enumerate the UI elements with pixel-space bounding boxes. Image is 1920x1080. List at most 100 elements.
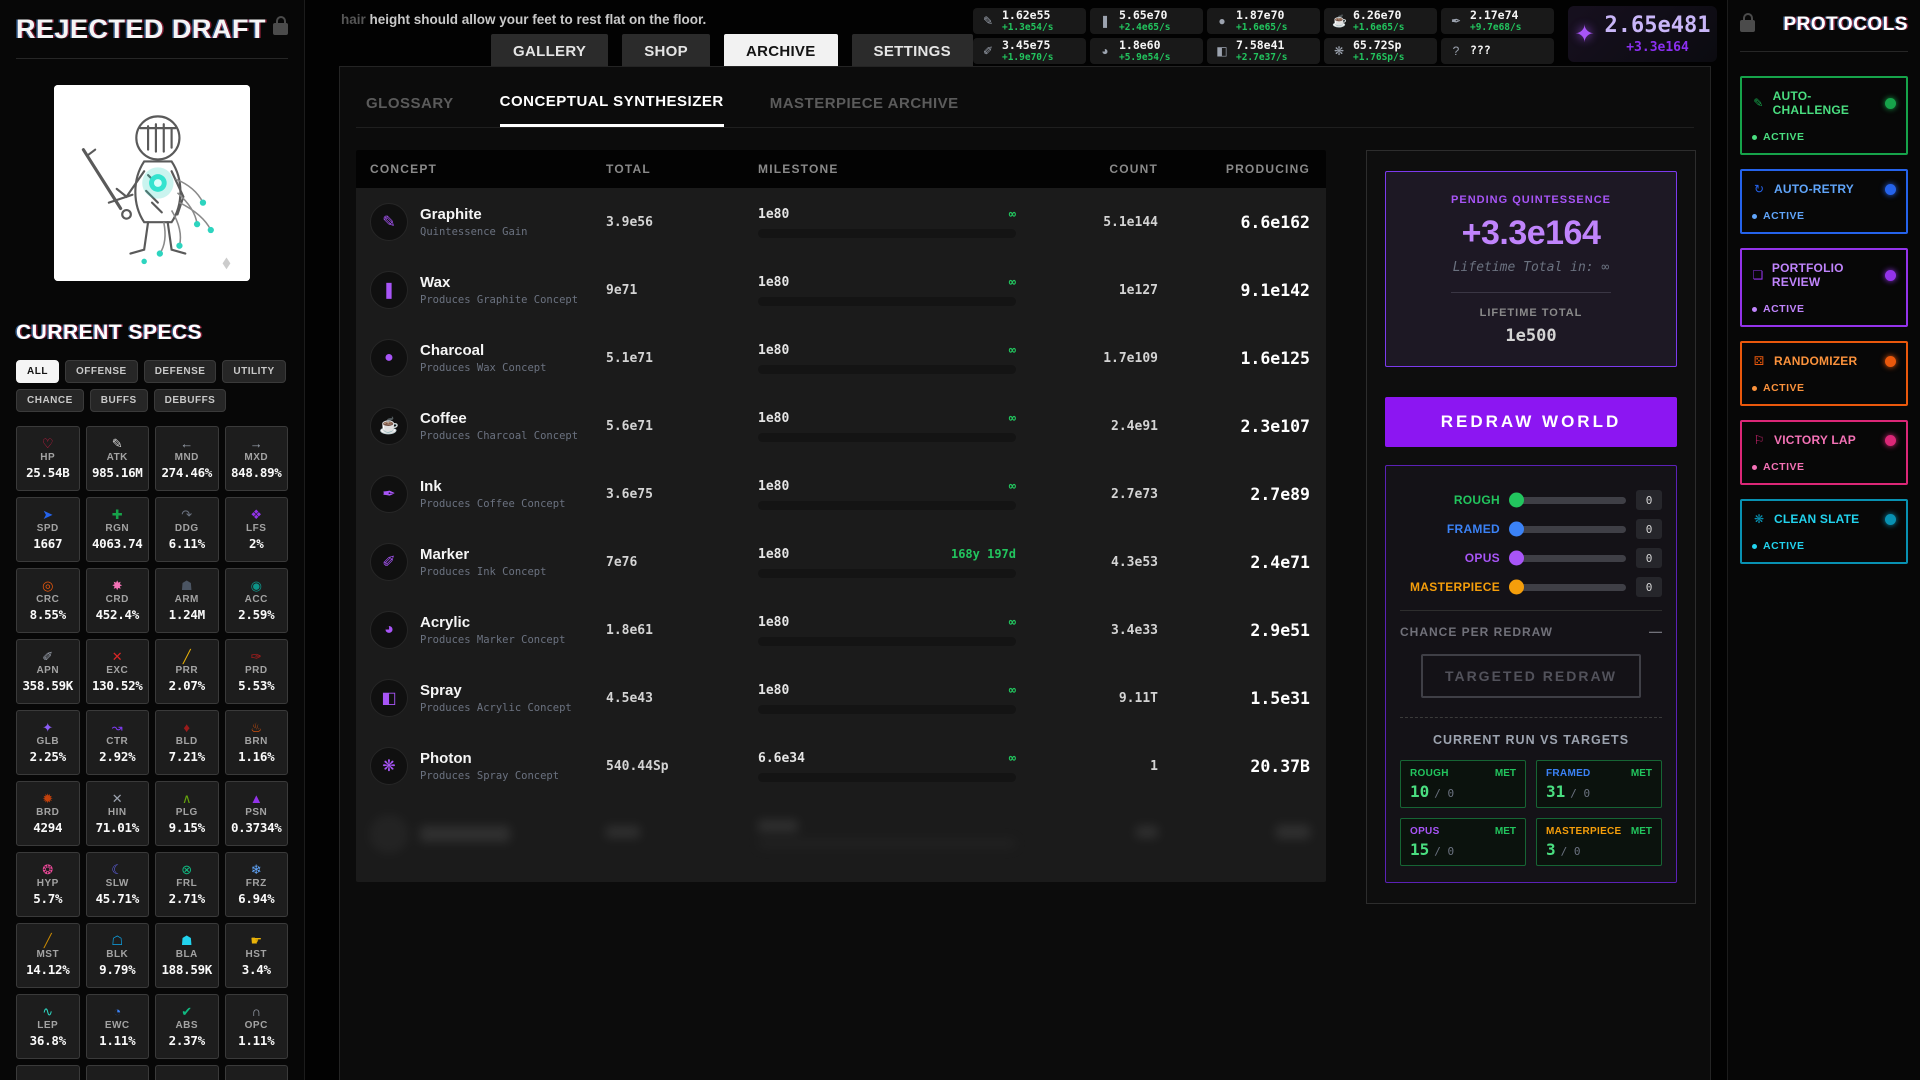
stat-code: MXD — [244, 452, 268, 463]
stat-tile: ☗ BLA 188.59K — [155, 923, 219, 988]
concept-row[interactable]: ◕ Acrylic Produces Marker Concept 1.8e61… — [356, 596, 1326, 664]
resource-rate: +5.9e54/s — [1119, 53, 1170, 63]
resource-rate: +2.7e37/s — [1236, 53, 1287, 63]
concept-producing: 2.4e71 — [1176, 553, 1326, 572]
stat-value: 358.59K — [22, 678, 73, 693]
protocol-toggle-dot[interactable] — [1885, 184, 1896, 195]
rarity-slider[interactable] — [1510, 555, 1626, 562]
protocol-toggle-dot[interactable] — [1885, 98, 1896, 109]
chance-collapse-toggle[interactable]: — — [1649, 624, 1662, 639]
protocol-card[interactable]: ✎ AUTO-CHALLENGE ACTIVE — [1740, 76, 1908, 155]
rarity-slider-label: FRAMED — [1400, 522, 1500, 536]
concept-milestone: 1e80 ∞ — [746, 683, 1036, 714]
stat-code: BLD — [176, 736, 198, 747]
protocol-toggle-dot[interactable] — [1885, 514, 1896, 525]
protocol-card[interactable]: ❏ PORTFOLIO REVIEW ACTIVE — [1740, 248, 1908, 327]
nav-tab[interactable]: SHOP — [622, 34, 710, 69]
slider-thumb[interactable] — [1509, 580, 1524, 595]
resource-icon: ✐ — [981, 44, 995, 58]
concept-row[interactable]: ✎ Graphite Quintessence Gain 3.9e56 1e80 — [356, 188, 1326, 256]
protocol-card[interactable]: ↻ AUTO-RETRY ACTIVE — [1740, 169, 1908, 234]
stat-tile: ✹ BRD 4294 — [16, 781, 80, 846]
stat-code: ACC — [245, 594, 268, 605]
stat-value: 6.94% — [238, 891, 274, 906]
concept-milestone: 1e80 ∞ — [746, 207, 1036, 238]
concept-row[interactable]: ✒ Ink Produces Coffee Concept 3.6e75 1e8… — [356, 460, 1326, 528]
stat-tile: ☗ ARM 1.24M — [155, 568, 219, 633]
protocol-toggle-dot[interactable] — [1885, 270, 1896, 281]
concept-total: 540.44Sp — [606, 759, 746, 774]
stat-value: 71.01% — [96, 820, 139, 835]
stat-tile: ↷ DDG 6.11% — [155, 497, 219, 562]
spec-filter-button[interactable]: CHANCE — [16, 389, 84, 412]
concept-row[interactable]: ☕ Coffee Produces Charcoal Concept 5.6e7… — [356, 392, 1326, 460]
nav-tab[interactable]: SETTINGS — [852, 34, 973, 69]
target-label: MASTERPIECE — [1546, 826, 1622, 837]
protocol-card[interactable]: ⚄ RANDOMIZER ACTIVE — [1740, 341, 1908, 406]
protocol-card[interactable]: ⚐ VICTORY LAP ACTIVE — [1740, 420, 1908, 485]
slider-thumb[interactable] — [1509, 493, 1524, 508]
slider-thumb[interactable] — [1509, 551, 1524, 566]
redraw-world-button[interactable]: REDRAW WORLD — [1385, 397, 1677, 447]
stat-code: SPD — [37, 523, 59, 534]
run-targets-grid: ROUGH MET 10 / 0 FRAMED MET — [1400, 760, 1662, 866]
stat-code: APN — [36, 665, 59, 676]
stat-value: 1.11% — [238, 1033, 274, 1048]
slider-thumb[interactable] — [1509, 522, 1524, 537]
stat-icon: ➤ — [42, 508, 53, 521]
concept-subtitle: Produces Marker Concept — [420, 634, 565, 646]
pending-value: +3.3e164 — [1398, 214, 1664, 253]
stat-tile: ▲ PSN 0.3734% — [225, 781, 289, 846]
resource-value: 7.58e41 — [1236, 40, 1287, 52]
spec-filter-button[interactable]: BUFFS — [90, 389, 148, 412]
rarity-slider[interactable] — [1510, 497, 1626, 504]
archive-tab[interactable]: MASTERPIECE ARCHIVE — [770, 93, 959, 127]
protocol-toggle-dot[interactable] — [1885, 356, 1896, 367]
stat-code: BLK — [106, 949, 128, 960]
rarity-slider-value: 0 — [1636, 490, 1662, 510]
spec-filter-button[interactable]: ALL — [16, 360, 59, 383]
stat-value: 2.07% — [169, 678, 205, 693]
nav-tab[interactable]: GALLERY — [491, 34, 608, 69]
concept-total: 3.6e75 — [606, 487, 746, 502]
protocol-toggle-dot[interactable] — [1885, 435, 1896, 446]
stat-icon: ♦ — [183, 721, 190, 734]
resource-rate: +1.3e54/s — [1002, 23, 1053, 33]
targeted-redraw-button[interactable]: TARGETED REDRAW — [1421, 654, 1641, 698]
quintessence-star-icon: ✦ — [1574, 20, 1594, 49]
stat-code: HIN — [108, 807, 127, 818]
stat-icon: ♡ — [42, 437, 54, 450]
concept-name: Graphite — [420, 206, 527, 223]
header-count: COUNT — [1036, 162, 1176, 176]
stat-value: 2.59% — [238, 607, 274, 622]
archive-tab[interactable]: CONCEPTUAL SYNTHESIZER — [500, 93, 724, 127]
concept-row[interactable]: ❋ Photon Produces Spray Concept 540.44Sp… — [356, 732, 1326, 800]
spec-filter-button[interactable]: DEBUFFS — [154, 389, 227, 412]
concept-row[interactable]: ❚ Wax Produces Graphite Concept 9e71 1e8… — [356, 256, 1326, 324]
milestone-progress-bar — [758, 705, 1016, 714]
stat-tile: ♦ BLD 7.21% — [155, 710, 219, 775]
nav-tab[interactable]: ARCHIVE — [724, 34, 838, 69]
archive-tab[interactable]: GLOSSARY — [366, 93, 454, 127]
spec-filter-button[interactable]: UTILITY — [222, 360, 285, 383]
resource-icon: ◧ — [1215, 44, 1229, 58]
protocol-card[interactable]: ❋ CLEAN SLATE ACTIVE — [1740, 499, 1908, 564]
concept-icon: ✎ — [370, 203, 408, 241]
spec-filter-button[interactable]: DEFENSE — [144, 360, 217, 383]
lock-icon — [273, 23, 288, 35]
stat-icon: ☛ — [250, 934, 262, 947]
concept-row[interactable]: ✐ Marker Produces Ink Concept 7e76 1e80 — [356, 528, 1326, 596]
rarity-slider[interactable] — [1510, 526, 1626, 533]
concept-name: Marker — [420, 546, 546, 563]
concept-row[interactable]: ● Charcoal Produces Wax Concept 5.1e71 1… — [356, 324, 1326, 392]
rarity-slider[interactable] — [1510, 584, 1626, 591]
resource-rate: +9.7e68/s — [1470, 23, 1521, 33]
spec-filter-button[interactable]: OFFENSE — [65, 360, 138, 383]
concept-producing: 2.7e89 — [1176, 485, 1326, 504]
concept-row[interactable]: ◧ Spray Produces Acrylic Concept 4.5e43 … — [356, 664, 1326, 732]
concept-icon: ● — [370, 339, 408, 377]
character-portrait — [54, 85, 250, 281]
milestone-progress-bar — [758, 297, 1016, 306]
protocol-status: ACTIVE — [1752, 461, 1896, 473]
stat-value: 2.92% — [99, 749, 135, 764]
